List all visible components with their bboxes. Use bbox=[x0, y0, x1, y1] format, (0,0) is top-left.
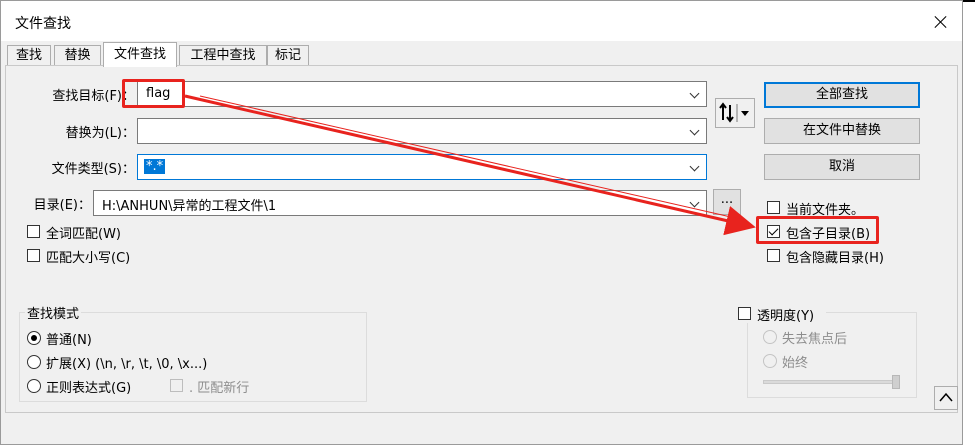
tab-mark[interactable]: 标记 bbox=[267, 45, 309, 66]
find-all-button[interactable]: 全部查找 bbox=[764, 82, 920, 108]
include-hidden-label: 包含隐藏目录(H) bbox=[786, 251, 884, 266]
checkbox-box bbox=[27, 249, 40, 262]
on-lose-focus-label: 失去焦点后 bbox=[782, 332, 848, 347]
window-title: 文件查找 bbox=[15, 16, 71, 32]
close-icon[interactable] bbox=[928, 9, 954, 35]
match-newline-label: . 匹配新行 bbox=[189, 381, 250, 396]
checkbox-box bbox=[767, 201, 780, 214]
find-combobox[interactable]: flag bbox=[137, 81, 707, 107]
transparency-slider-track[interactable] bbox=[763, 380, 897, 384]
checkbox-box bbox=[767, 249, 780, 262]
directory-label: 目录(E)： bbox=[33, 198, 91, 213]
chevron-down-icon[interactable] bbox=[689, 88, 700, 99]
chevron-up-icon bbox=[939, 392, 953, 402]
radio-dot bbox=[27, 379, 41, 393]
filetype-value: *.* bbox=[144, 159, 166, 174]
filetype-combobox[interactable]: *.* bbox=[137, 154, 707, 180]
title-bar: 文件查找 bbox=[1, 1, 962, 41]
on-lose-focus-radio[interactable]: 失去焦点后 bbox=[763, 328, 863, 347]
replace-combobox[interactable] bbox=[137, 118, 707, 144]
chevron-down-icon[interactable] bbox=[689, 161, 700, 172]
always-label: 始终 bbox=[782, 356, 809, 371]
whole-word-checkbox[interactable]: 全词匹配(W) bbox=[27, 223, 137, 242]
radio-dot bbox=[763, 330, 777, 344]
mode-extended-label: 扩展(X) (\n, \r, \t, \0, \x...) bbox=[46, 357, 208, 372]
radio-dot bbox=[763, 354, 777, 368]
replace-in-files-button[interactable]: 在文件中替换 bbox=[764, 118, 920, 144]
find-in-files-dialog: 文件查找 查找 替换 文件查找 工程中查找 标记 查找目标(F)： flag 替… bbox=[0, 0, 963, 445]
transparency-checkbox[interactable]: 透明度(Y) bbox=[738, 305, 826, 324]
current-folder-checkbox[interactable]: 当前文件夹。 bbox=[767, 199, 877, 218]
transparency-label: 透明度(Y) bbox=[757, 309, 815, 324]
collapse-button[interactable] bbox=[934, 386, 958, 410]
radio-dot bbox=[27, 355, 41, 369]
include-subdirs-checkbox[interactable]: 包含子目录(B) bbox=[767, 223, 877, 242]
match-case-label: 匹配大小写(C) bbox=[46, 251, 131, 266]
chevron-down-icon[interactable] bbox=[689, 125, 700, 136]
cancel-button[interactable]: 取消 bbox=[764, 154, 920, 180]
tab-find-in-files[interactable]: 文件查找 bbox=[103, 42, 177, 67]
chevron-down-icon[interactable] bbox=[689, 197, 700, 208]
radio-dot bbox=[27, 331, 41, 345]
tab-find-in-project[interactable]: 工程中查找 bbox=[179, 45, 267, 66]
match-newline-checkbox[interactable]: . 匹配新行 bbox=[170, 377, 280, 396]
replace-label: 替换为(L)： bbox=[65, 126, 135, 141]
include-subdirs-label: 包含子目录(B) bbox=[786, 227, 871, 242]
mode-extended-radio[interactable]: 扩展(X) (\n, \r, \t, \0, \x...) bbox=[27, 353, 227, 372]
include-hidden-checkbox[interactable]: 包含隐藏目录(H) bbox=[767, 247, 897, 266]
transparency-slider-thumb[interactable] bbox=[892, 375, 900, 389]
swap-button[interactable] bbox=[715, 98, 755, 128]
search-mode-title: 查找模式 bbox=[25, 303, 82, 322]
filetype-label: 文件类型(S)： bbox=[51, 162, 135, 177]
directory-combobox[interactable]: H:\ANHUN\异常的工程文件\1 bbox=[93, 190, 707, 216]
always-radio[interactable]: 始终 bbox=[763, 352, 823, 371]
browse-button[interactable]: ... bbox=[713, 189, 741, 215]
checkbox-box bbox=[767, 225, 780, 238]
checkbox-box bbox=[170, 379, 183, 392]
mode-regex-radio[interactable]: 正则表达式(G) bbox=[27, 377, 147, 396]
checkbox-box bbox=[27, 225, 40, 238]
match-case-checkbox[interactable]: 匹配大小写(C) bbox=[27, 247, 147, 266]
mode-normal-radio[interactable]: 普通(N) bbox=[27, 329, 117, 348]
mode-normal-label: 普通(N) bbox=[46, 333, 92, 348]
checkbox-box bbox=[738, 307, 751, 320]
find-label: 查找目标(F)： bbox=[52, 89, 135, 104]
tab-find[interactable]: 查找 bbox=[7, 45, 51, 66]
find-value: flag bbox=[146, 86, 171, 101]
mode-regex-label: 正则表达式(G) bbox=[46, 381, 132, 396]
directory-value: H:\ANHUN\异常的工程文件\1 bbox=[102, 199, 277, 214]
whole-word-label: 全词匹配(W) bbox=[46, 227, 121, 242]
current-folder-label: 当前文件夹。 bbox=[786, 203, 865, 218]
swap-icon bbox=[719, 102, 749, 123]
tab-replace[interactable]: 替换 bbox=[54, 45, 101, 66]
